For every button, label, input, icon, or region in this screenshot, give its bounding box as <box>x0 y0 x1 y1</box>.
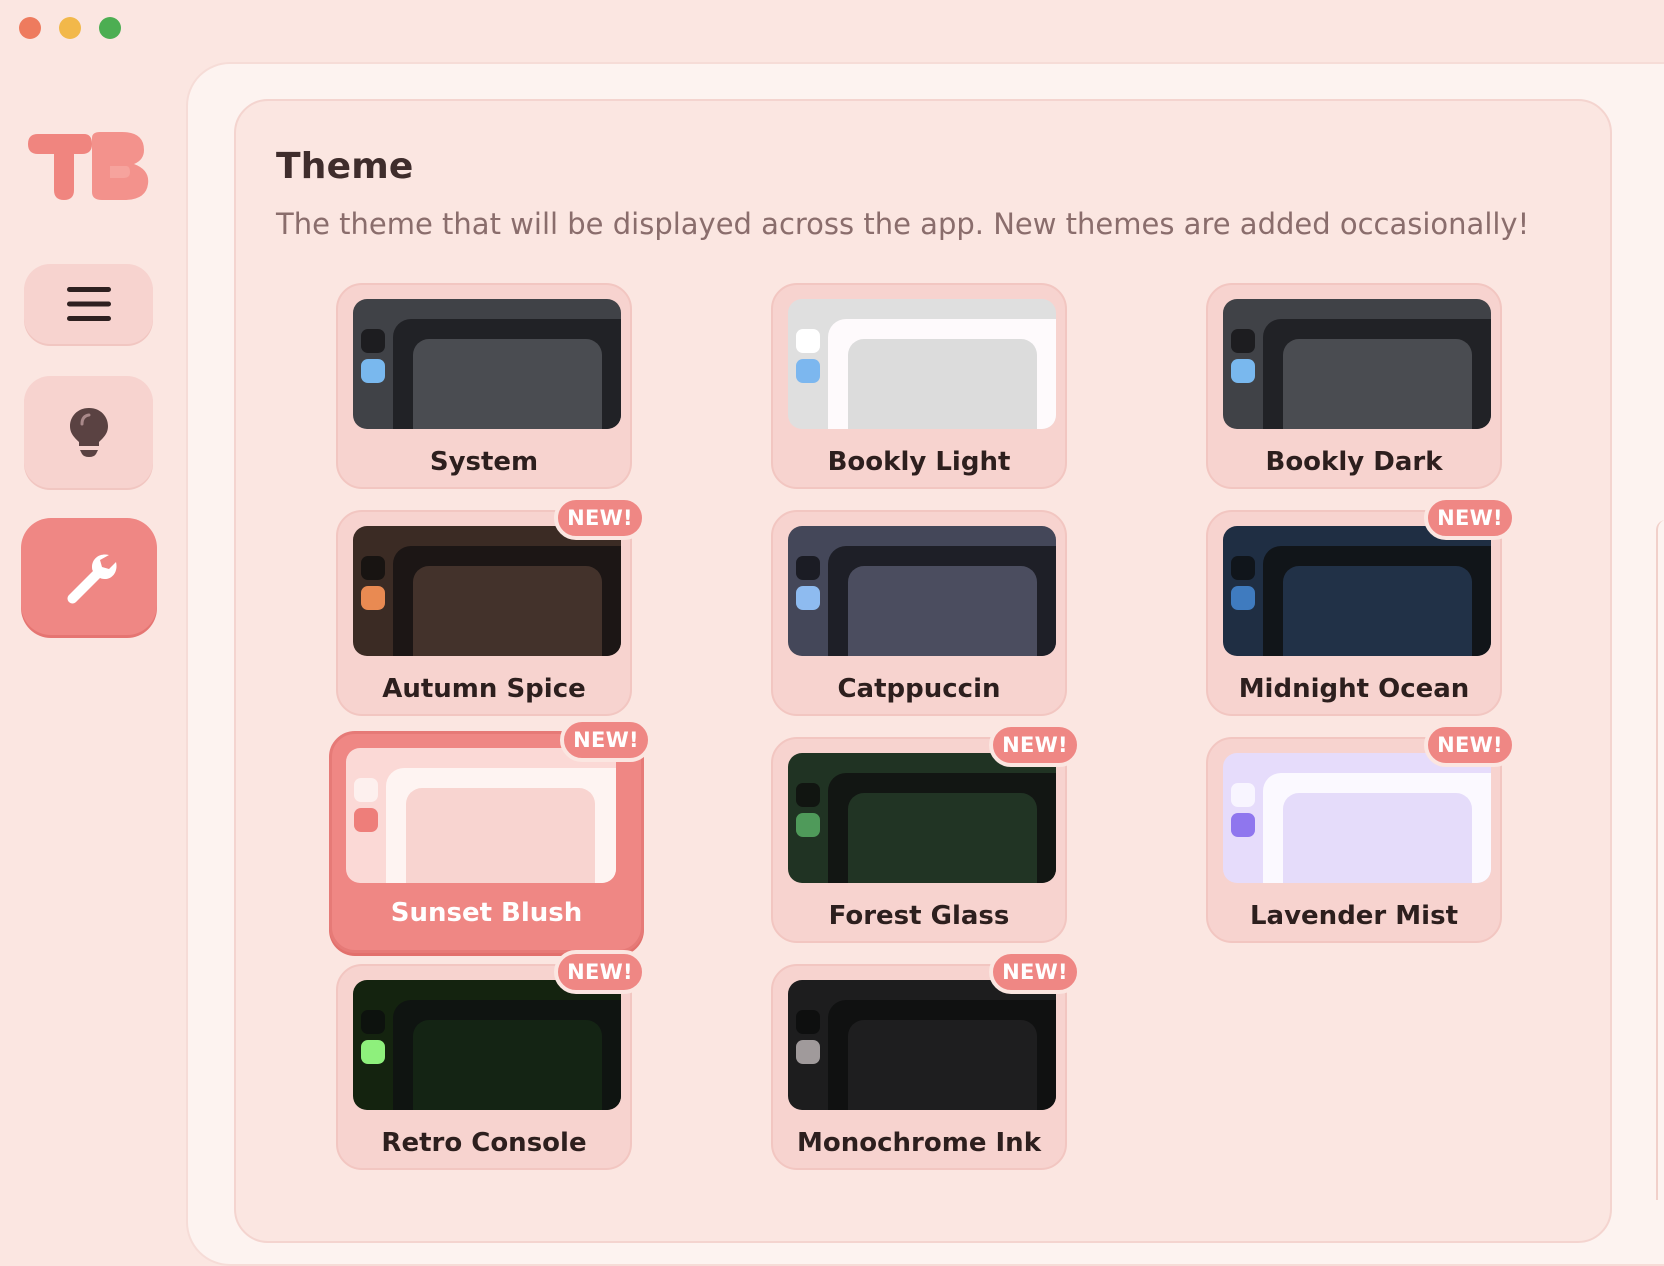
app-logo <box>28 132 149 200</box>
sidebar-item-menu[interactable] <box>24 264 153 344</box>
theme-name: Catppuccin <box>837 674 1001 704</box>
new-badge: NEW! <box>560 718 652 762</box>
lightbulb-icon <box>69 408 108 457</box>
window-close-button[interactable] <box>19 17 41 39</box>
theme-option-system[interactable]: System <box>336 283 632 489</box>
theme-preview <box>1223 753 1491 883</box>
hamburger-menu-icon <box>66 287 111 321</box>
window-minimize-button[interactable] <box>59 17 81 39</box>
theme-name: System <box>429 447 539 477</box>
theme-preview <box>353 980 621 1110</box>
theme-name: Lavender Mist <box>1249 901 1458 931</box>
new-badge: NEW! <box>1424 723 1516 767</box>
wrench-icon <box>67 553 117 603</box>
theme-name: Forest Glass <box>828 901 1010 931</box>
new-badge: NEW! <box>989 723 1081 767</box>
window-zoom-button[interactable] <box>99 17 121 39</box>
theme-name: Bookly Light <box>827 447 1011 477</box>
section-description: The theme that will be displayed across … <box>276 207 1530 241</box>
theme-option-retro-console[interactable]: Retro Console <box>336 964 632 1170</box>
theme-option-forest-glass[interactable]: Forest Glass <box>771 737 1067 943</box>
theme-preview <box>788 980 1056 1110</box>
section-title: Theme <box>276 146 414 187</box>
new-badge: NEW! <box>1424 496 1516 540</box>
theme-option-sunset-blush[interactable]: Sunset Blush <box>329 731 644 953</box>
theme-preview <box>1223 526 1491 656</box>
theme-name: Monochrome Ink <box>797 1128 1041 1158</box>
theme-name: Autumn Spice <box>382 674 586 704</box>
theme-option-autumn-spice[interactable]: Autumn Spice <box>336 510 632 716</box>
new-badge: NEW! <box>989 950 1081 994</box>
theme-preview <box>1223 299 1491 429</box>
new-badge: NEW! <box>554 496 646 540</box>
theme-preview <box>788 526 1056 656</box>
theme-option-midnight-ocean[interactable]: Midnight Ocean <box>1206 510 1502 716</box>
theme-option-bookly-dark[interactable]: Bookly Dark <box>1206 283 1502 489</box>
theme-option-bookly-light[interactable]: Bookly Light <box>771 283 1067 489</box>
theme-preview <box>788 299 1056 429</box>
theme-preview <box>353 526 621 656</box>
theme-preview <box>346 748 616 883</box>
theme-preview <box>788 753 1056 883</box>
theme-name: Sunset Blush <box>390 898 583 928</box>
theme-option-lavender-mist[interactable]: Lavender Mist <box>1206 737 1502 943</box>
theme-name: Midnight Ocean <box>1238 674 1470 704</box>
new-badge: NEW! <box>554 950 646 994</box>
adjacent-panel-edge <box>1656 520 1664 1200</box>
theme-option-catppuccin[interactable]: Catppuccin <box>771 510 1067 716</box>
theme-name: Retro Console <box>381 1128 587 1158</box>
theme-option-monochrome-ink[interactable]: Monochrome Ink <box>771 964 1067 1170</box>
sidebar-item-settings[interactable] <box>21 518 157 635</box>
theme-name: Bookly Dark <box>1265 447 1443 477</box>
sidebar-item-tips[interactable] <box>24 376 153 488</box>
theme-preview <box>353 299 621 429</box>
